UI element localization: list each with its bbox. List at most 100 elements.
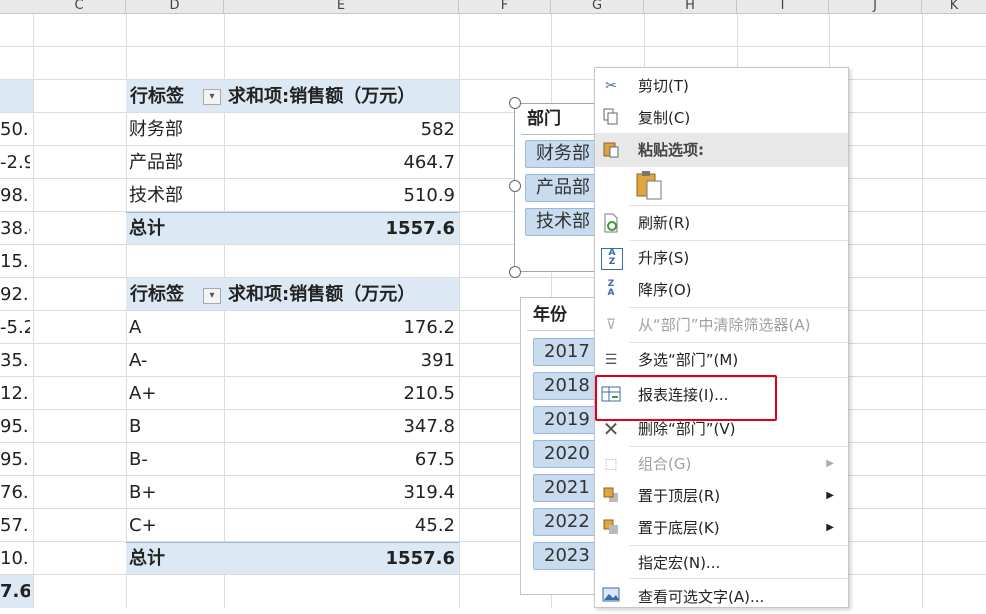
pivot2-row-value[interactable]: 319.4	[224, 476, 455, 509]
grid-vline	[33, 14, 34, 608]
menu-item-label: 复制(C)	[638, 109, 691, 127]
filter-dropdown-icon[interactable]: ▾	[203, 89, 221, 105]
menu-item-bring-to-front[interactable]: 置于顶层(R) ▶	[595, 479, 848, 513]
paste-option-button[interactable]	[635, 169, 665, 201]
left-cell[interactable]: 95.6	[0, 443, 30, 476]
left-cell[interactable]: 98.6	[0, 179, 30, 212]
column-header-j[interactable]: J	[829, 0, 922, 14]
slicer-department[interactable]: 部门 财务部 产品部 技术部	[514, 103, 611, 272]
menu-item-cut[interactable]: ✂ 剪切(T)	[595, 69, 848, 103]
pivot2-row-label[interactable]: A+	[129, 377, 224, 410]
pivot2-row-label-header[interactable]: 行标签	[130, 278, 210, 311]
left-cell[interactable]: 95.8	[0, 410, 30, 443]
pivot2-row-label[interactable]: B+	[129, 476, 224, 509]
menu-item-alt-text[interactable]: 查看可选文字(A)...	[595, 580, 848, 614]
column-header-f[interactable]: F	[459, 0, 551, 14]
pivot2-total-value[interactable]: 1557.6	[224, 542, 455, 575]
left-cell[interactable]: 12.3	[0, 377, 30, 410]
column-header-d[interactable]: D	[126, 0, 224, 14]
pivot1-row-value[interactable]: 510.9	[224, 179, 455, 212]
pivot2-row-label[interactable]: B	[129, 410, 224, 443]
submenu-arrow-icon: ▶	[826, 522, 834, 533]
left-cell[interactable]: 57.5	[0, 509, 30, 542]
refresh-icon	[601, 213, 621, 233]
column-header-c[interactable]: C	[33, 0, 126, 14]
menu-item-group[interactable]: ⬚ 组合(G) ▶	[595, 447, 848, 481]
menu-item-clear-filter[interactable]: ⊽ 从“部门”中清除筛选器(A)	[595, 308, 848, 342]
left-cell[interactable]: 15.2	[0, 245, 30, 278]
scissors-icon: ✂	[605, 78, 617, 94]
menu-item-label: 组合(G)	[638, 455, 692, 473]
column-header-k[interactable]: K	[922, 0, 986, 14]
group-icon: ⬚	[604, 456, 618, 472]
copy-icon	[601, 108, 621, 128]
bring-to-front-icon	[601, 486, 621, 506]
left-cell[interactable]: 35.8	[0, 344, 30, 377]
paste-icon	[636, 171, 662, 200]
left-cell[interactable]: 92.8	[0, 278, 30, 311]
delete-icon: ✕	[602, 417, 620, 441]
slicer-year-title: 年份	[533, 305, 567, 325]
menu-item-multi-select[interactable]: ☰ 多选“部门”(M)	[595, 343, 848, 377]
resize-handle[interactable]	[509, 180, 521, 192]
column-header-e[interactable]: E	[224, 0, 459, 14]
pivot1-total-value[interactable]: 1557.6	[224, 212, 455, 245]
menu-item-label: 置于顶层(R)	[638, 487, 721, 505]
menu-separator	[629, 578, 848, 579]
left-cell[interactable]: -5.2	[0, 311, 30, 344]
menu-item-refresh[interactable]: 刷新(R)	[595, 206, 848, 240]
pivot1-value-header[interactable]: 求和项:销售额（万元）	[228, 80, 458, 113]
pivot2-row-value[interactable]: 347.8	[224, 410, 455, 443]
menu-item-label: 降序(O)	[638, 281, 692, 299]
menu-item-label: 从“部门”中清除筛选器(A)	[638, 316, 811, 334]
pivot2-row-label[interactable]: C+	[129, 509, 224, 542]
left-cell[interactable]: -2.9	[0, 146, 30, 179]
resize-handle[interactable]	[509, 97, 521, 109]
menu-item-label: 置于底层(K)	[638, 519, 720, 537]
filter-dropdown-icon[interactable]: ▾	[203, 288, 221, 304]
pivot2-row-label[interactable]: B-	[129, 443, 224, 476]
pivot1-row-label[interactable]: 技术部	[129, 179, 224, 212]
pivot2-row-value[interactable]: 45.2	[224, 509, 455, 542]
menu-item-copy[interactable]: 复制(C)	[595, 101, 848, 135]
pivot1-row-value[interactable]: 464.7	[224, 146, 455, 179]
menu-item-sort-asc[interactable]: AZ 升序(S)	[595, 241, 848, 275]
send-to-back-icon	[601, 518, 621, 538]
left-cell[interactable]: 38.4	[0, 212, 30, 245]
pivot1-row-label[interactable]: 产品部	[129, 146, 224, 179]
pivot1-row-value[interactable]: 582	[224, 113, 455, 146]
pivot2-row-value[interactable]: 176.2	[224, 311, 455, 344]
menu-paste-options-header: 粘贴选项:	[595, 133, 848, 167]
context-menu[interactable]: ✂ 剪切(T) 复制(C) 粘贴选项: 刷新(R) AZ 升序(S) ZA 降序…	[594, 67, 849, 608]
left-cell[interactable]: 50.8	[0, 113, 30, 146]
pivot2-row-value[interactable]: 67.5	[224, 443, 455, 476]
menu-item-assign-macro[interactable]: 指定宏(N)...	[595, 546, 848, 580]
column-header-i[interactable]: I	[737, 0, 829, 14]
alt-text-icon	[601, 587, 621, 607]
submenu-arrow-icon: ▶	[826, 490, 834, 501]
pivot2-value-header[interactable]: 求和项:销售额（万元）	[228, 278, 458, 311]
pivot1-total-label[interactable]: 总计	[129, 212, 224, 245]
column-header-h[interactable]: H	[644, 0, 737, 14]
pivot2-row-value[interactable]: 210.5	[224, 377, 455, 410]
pivot1-row-label[interactable]: 财务部	[129, 113, 224, 146]
left-cell[interactable]: 76.2	[0, 476, 30, 509]
pivot2-row-label[interactable]: A-	[129, 344, 224, 377]
resize-handle[interactable]	[509, 266, 521, 278]
menu-item-label: 指定宏(N)...	[638, 554, 721, 572]
pivot1-row-label-header[interactable]: 行标签	[130, 80, 210, 113]
column-header-g[interactable]: G	[551, 0, 644, 14]
menu-item-label: 多选“部门”(M)	[638, 351, 739, 369]
grid-vline	[922, 14, 923, 608]
pivot2-total-label[interactable]: 总计	[129, 542, 224, 575]
menu-item-send-to-back[interactable]: 置于底层(K) ▶	[595, 511, 848, 545]
clipboard-icon	[601, 140, 621, 160]
grid-hline	[0, 46, 986, 47]
slicer-department-title: 部门	[527, 109, 561, 129]
left-cell[interactable]: 10.5	[0, 542, 30, 575]
pivot2-row-label[interactable]: A	[129, 311, 224, 344]
left-cell-total[interactable]: 7.6	[0, 575, 30, 608]
grid-vline	[459, 14, 460, 608]
pivot2-row-value[interactable]: 391	[224, 344, 455, 377]
menu-item-sort-desc[interactable]: ZA 降序(O)	[595, 273, 848, 307]
